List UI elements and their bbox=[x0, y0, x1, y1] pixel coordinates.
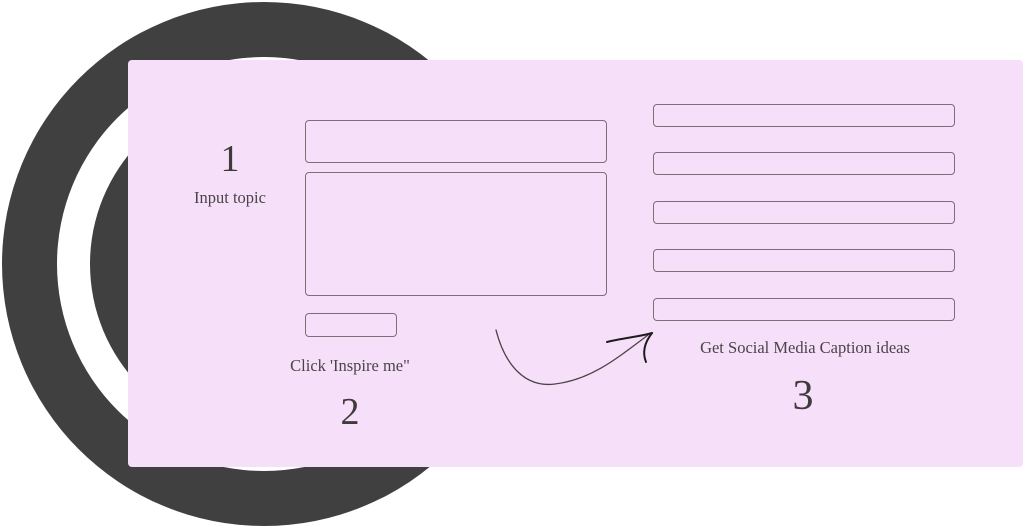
step-1-number: 1 bbox=[220, 138, 240, 180]
step-3-label: Get Social Media Caption ideas bbox=[700, 338, 910, 357]
caption-result-field[interactable] bbox=[653, 201, 955, 224]
step-1-label: Input topic bbox=[194, 188, 266, 207]
topic-input[interactable] bbox=[305, 120, 607, 163]
step-2-label: Click 'Inspire me" bbox=[290, 356, 410, 375]
caption-result-field[interactable] bbox=[653, 249, 955, 272]
step-3-number: 3 bbox=[792, 373, 814, 419]
caption-result-field[interactable] bbox=[653, 298, 955, 321]
caption-result-field[interactable] bbox=[653, 152, 955, 175]
inspire-me-button[interactable] bbox=[305, 313, 397, 337]
details-textarea[interactable] bbox=[305, 172, 607, 296]
caption-result-field[interactable] bbox=[653, 104, 955, 127]
step-2-number: 2 bbox=[340, 391, 360, 433]
